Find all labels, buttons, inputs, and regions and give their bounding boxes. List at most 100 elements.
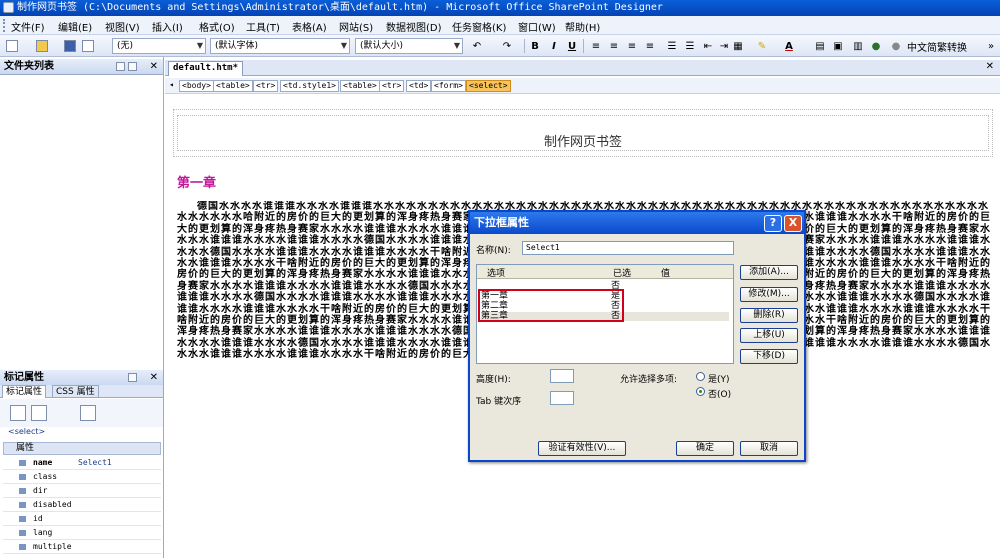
menu-tools[interactable]: 工具(T) (246, 19, 280, 34)
undo-icon[interactable]: ↶ (470, 39, 484, 53)
toolbar-overflow-icon[interactable]: » (986, 39, 996, 53)
font-color-button[interactable]: A (783, 39, 795, 53)
prop-row-disabled[interactable]: disabled (3, 499, 161, 512)
menu-format[interactable]: 格式(O) (199, 19, 235, 34)
move-down-button[interactable]: 下移(D) (740, 349, 798, 364)
prop-row-lang[interactable]: lang (3, 527, 161, 540)
menu-site[interactable]: 网站(S) (339, 19, 373, 34)
borders-icon[interactable]: ▦ (732, 39, 744, 53)
prop-row-dir[interactable]: dir (3, 485, 161, 498)
property-icon (19, 474, 26, 480)
menu-grip (3, 19, 6, 32)
panel-restore-icon[interactable] (128, 62, 137, 71)
open-icon[interactable] (36, 39, 48, 53)
menu-table[interactable]: 表格(A) (292, 19, 327, 34)
radio-no[interactable] (696, 387, 705, 396)
prop-row-id[interactable]: id (3, 513, 161, 526)
numbered-list-icon[interactable]: ☰ (666, 39, 678, 53)
menu-view[interactable]: 视图(V) (105, 19, 140, 34)
height-label: 高度(H): (476, 375, 511, 385)
menu-edit[interactable]: 编辑(E) (58, 19, 92, 34)
categorize-icon[interactable] (10, 405, 26, 421)
name-field[interactable]: Select1 (522, 241, 734, 255)
menu-help[interactable]: 帮助(H) (565, 19, 600, 34)
attributes-group[interactable]: 属性 (3, 442, 161, 455)
selected-tag-label: <select> (8, 427, 46, 436)
options-list-header: 选项 已选 值 (477, 265, 733, 279)
menu-insert[interactable]: 插入(I) (152, 19, 183, 34)
watermark-logo (760, 458, 996, 554)
underline-button[interactable]: U (566, 39, 578, 53)
cancel-button[interactable]: 取消 (740, 441, 798, 456)
show-set-properties-icon[interactable] (80, 405, 96, 421)
close-icon[interactable]: ✕ (986, 61, 994, 72)
height-field[interactable] (550, 369, 574, 383)
print-icon[interactable] (82, 39, 94, 53)
align-left-icon[interactable]: ≡ (590, 39, 602, 53)
tab-order-field[interactable] (550, 391, 574, 405)
layer-icon[interactable]: ▥ (852, 39, 864, 53)
title-bar: 制作网页书签 (C:\Documents and Settings\Admini… (0, 0, 1000, 16)
property-toolbar (0, 399, 163, 427)
add-button[interactable]: 添加(A)... (740, 265, 798, 280)
menu-dataview[interactable]: 数据视图(D) (386, 19, 442, 34)
ok-button[interactable]: 确定 (676, 441, 734, 456)
outdent-icon[interactable]: ⇤ (702, 39, 714, 53)
panel-restore-icon[interactable] (128, 373, 137, 382)
panel-minimize-icon[interactable] (116, 62, 125, 71)
quick-tag-tr-inner[interactable]: <tr> (379, 80, 405, 92)
size-select[interactable]: (默认大小) ▼ (355, 38, 463, 54)
help-button[interactable]: ? (764, 215, 782, 232)
table-icon[interactable]: ▤ (814, 39, 826, 53)
redo-icon[interactable]: ↷ (500, 39, 514, 53)
prop-row-class[interactable]: class (3, 471, 161, 484)
close-icon[interactable]: ✕ (150, 370, 158, 385)
close-icon[interactable]: ✕ (150, 59, 158, 74)
font-select[interactable]: (默认字体) ▼ (210, 38, 350, 54)
quick-tag-td-style1[interactable]: <td.style1> (280, 80, 339, 92)
scroll-left-icon[interactable]: ◂ (167, 80, 176, 92)
web-component-icon[interactable]: ● (870, 39, 882, 53)
menu-taskpane[interactable]: 任务窗格(K) (452, 19, 506, 34)
bold-button[interactable]: B (529, 39, 541, 53)
validate-button[interactable]: 验证有效性(V)... (538, 441, 626, 456)
save-icon[interactable] (64, 39, 76, 53)
quick-tag-table-inner[interactable]: <table> (340, 80, 380, 92)
style-select[interactable]: (无) ▼ (112, 38, 206, 54)
quick-tag-table[interactable]: <table> (213, 80, 253, 92)
prop-row-name[interactable]: name Select1 (3, 457, 161, 470)
justify-icon[interactable]: ≡ (644, 39, 656, 53)
dialog-title: 下拉框属性 (474, 216, 529, 229)
menu-bar: 文件(F) 编辑(E) 视图(V) 插入(I) 格式(O) 工具(T) 表格(A… (0, 16, 1000, 35)
remove-button[interactable]: 删除(R) (740, 308, 798, 323)
align-center-icon[interactable]: ≡ (608, 39, 620, 53)
new-icon[interactable] (6, 39, 18, 53)
sort-icon[interactable] (31, 405, 47, 421)
highlight-icon[interactable]: ✎ (755, 39, 769, 53)
quick-tag-body[interactable]: <body> (179, 80, 214, 92)
indent-icon[interactable]: ⇥ (718, 39, 730, 53)
tab-css-properties[interactable]: CSS 属性 (52, 385, 99, 398)
quick-tag-select[interactable]: <select> (466, 80, 511, 92)
radio-yes[interactable] (696, 372, 705, 381)
convert-icon[interactable]: ● (890, 39, 902, 53)
modify-button[interactable]: 修改(M)... (740, 287, 798, 302)
menu-window[interactable]: 窗口(W) (518, 19, 556, 34)
highlight-box (478, 289, 624, 322)
align-right-icon[interactable]: ≡ (626, 39, 638, 53)
quick-tag-form[interactable]: <form> (431, 80, 466, 92)
convert-button[interactable]: 中文简繁转换 (907, 39, 967, 54)
menu-file[interactable]: 文件(F) (11, 19, 45, 34)
tab-tag-properties[interactable]: 标记属性 (2, 385, 47, 398)
property-icon (19, 530, 26, 536)
move-up-button[interactable]: 上移(U) (740, 328, 798, 343)
image-icon[interactable]: ▣ (832, 39, 844, 53)
bullet-list-icon[interactable]: ☰ (684, 39, 696, 53)
quick-tag-td[interactable]: <td> (406, 80, 432, 92)
quick-tag-tr[interactable]: <tr> (253, 80, 279, 92)
italic-button[interactable]: I (548, 39, 560, 53)
prop-row-multiple[interactable]: multiple (3, 541, 161, 554)
property-icon (19, 502, 26, 508)
tab-default-htm[interactable]: default.htm* (168, 61, 244, 76)
dialog-close-button[interactable]: X (784, 215, 802, 232)
